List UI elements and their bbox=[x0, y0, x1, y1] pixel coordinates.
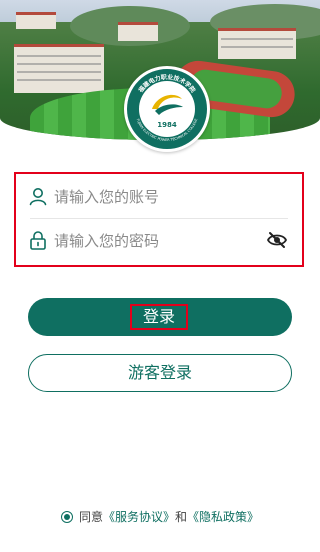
login-button-label[interactable]: 登录 bbox=[130, 304, 188, 330]
agree-text: 同意 bbox=[78, 510, 103, 524]
guest-login-button[interactable]: 游客登录 bbox=[28, 354, 292, 392]
lock-icon bbox=[30, 231, 46, 250]
emblem-year: 1984 bbox=[157, 121, 177, 129]
password-row bbox=[16, 218, 302, 262]
user-icon bbox=[29, 188, 47, 206]
service-agreement-link[interactable]: 《服务协议》 bbox=[103, 510, 175, 524]
and-text: 和 bbox=[175, 510, 188, 524]
agree-radio[interactable] bbox=[60, 510, 73, 523]
eye-off-icon[interactable] bbox=[266, 230, 288, 250]
building bbox=[14, 44, 104, 93]
account-input[interactable] bbox=[52, 182, 256, 212]
login-form bbox=[14, 172, 304, 267]
emblem-swoosh-icon bbox=[152, 94, 183, 115]
college-emblem-logo: 福建电力职业技术学院 FUJIAN ELECTRIC POWER TECHNIC… bbox=[124, 66, 210, 152]
agreement-row: 同意《服务协议》和《隐私政策》 bbox=[0, 506, 320, 528]
building bbox=[118, 22, 158, 41]
password-input[interactable] bbox=[52, 226, 256, 256]
account-row bbox=[16, 174, 302, 218]
login-page: 福建电力职业技术学院 FUJIAN ELECTRIC POWER TECHNIC… bbox=[0, 0, 320, 552]
privacy-policy-link[interactable]: 《隐私政策》 bbox=[187, 510, 259, 524]
building bbox=[218, 28, 296, 59]
building bbox=[16, 12, 56, 29]
